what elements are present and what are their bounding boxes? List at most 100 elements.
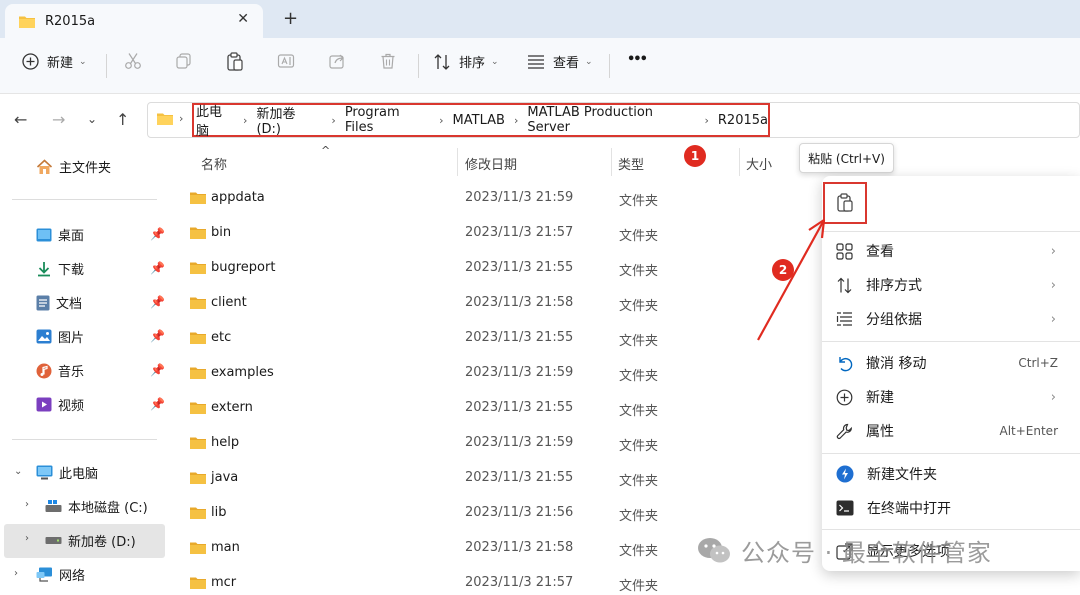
paste-toolbar-button[interactable] bbox=[226, 52, 244, 72]
chevron-right-icon[interactable]: › bbox=[14, 568, 18, 579]
menu-item-view[interactable]: 查看 › bbox=[836, 241, 1066, 261]
menu-item-undo[interactable]: 撤消 移动 Ctrl+Z bbox=[836, 353, 1066, 373]
menu-divider bbox=[822, 529, 1080, 530]
file-date: 2023/11/3 21:55 bbox=[465, 330, 574, 345]
menu-divider bbox=[822, 341, 1080, 342]
sidebar-item-downloads[interactable]: 下载 bbox=[36, 259, 84, 278]
sidebar-item-network[interactable]: 网络 bbox=[36, 565, 85, 584]
share-button[interactable] bbox=[328, 52, 346, 70]
menu-item-properties[interactable]: 属性 Alt+Enter bbox=[836, 421, 1066, 441]
file-row[interactable]: help 2023/11/3 21:59 文件夹 bbox=[190, 426, 790, 460]
menu-item-new-folder[interactable]: 新建文件夹 bbox=[836, 464, 1066, 484]
column-divider[interactable] bbox=[739, 148, 740, 176]
breadcrumb-item[interactable]: 此电脑 bbox=[196, 101, 234, 139]
file-name: etc bbox=[211, 330, 232, 345]
sidebar-item-drive-c[interactable]: 本地磁盘 (C:) bbox=[45, 497, 148, 516]
pin-icon[interactable]: 📌 bbox=[150, 329, 165, 343]
cut-button[interactable] bbox=[124, 52, 142, 70]
watermark-text: 公众号 · 最全软件管家 bbox=[741, 539, 992, 567]
recent-chevron-icon[interactable]: ⌄ bbox=[87, 112, 97, 126]
file-row[interactable]: bin 2023/11/3 21:57 文件夹 bbox=[190, 216, 790, 250]
windows-drive-icon bbox=[45, 500, 62, 512]
menu-item-label: 撤消 移动 bbox=[866, 356, 927, 372]
breadcrumb-item[interactable]: MATLAB bbox=[453, 113, 505, 128]
file-row[interactable]: bugreport 2023/11/3 21:55 文件夹 bbox=[190, 251, 790, 285]
file-type: 文件夹 bbox=[619, 334, 659, 349]
file-type: 文件夹 bbox=[619, 544, 659, 559]
file-name: bugreport bbox=[211, 260, 276, 275]
sort-icon bbox=[434, 53, 450, 70]
menu-divider bbox=[822, 231, 1080, 232]
sidebar-item-desktop[interactable]: 桌面 bbox=[36, 225, 84, 244]
chevron-right-icon[interactable]: › bbox=[25, 499, 29, 510]
column-header-date[interactable]: 修改日期 bbox=[465, 154, 517, 173]
file-row[interactable]: mcr 2023/11/3 21:57 文件夹 bbox=[190, 566, 790, 595]
sidebar-item-home[interactable]: 主文件夹 bbox=[36, 157, 111, 176]
breadcrumb-item[interactable]: MATLAB Production Server bbox=[527, 105, 695, 135]
column-header-type[interactable]: 类型 bbox=[618, 154, 644, 173]
folder-icon bbox=[190, 542, 206, 554]
file-row[interactable]: extern 2023/11/3 21:55 文件夹 bbox=[190, 391, 790, 425]
folder-icon bbox=[190, 437, 206, 449]
pin-icon[interactable]: 📌 bbox=[150, 397, 165, 411]
file-row[interactable]: client 2023/11/3 21:58 文件夹 bbox=[190, 286, 790, 320]
menu-item-label: 新建文件夹 bbox=[867, 467, 937, 483]
file-row[interactable]: appdata 2023/11/3 21:59 文件夹 bbox=[190, 181, 790, 215]
watermark: 公众号 · 最全软件管家 bbox=[697, 533, 992, 568]
chevron-right-icon[interactable]: › bbox=[25, 533, 29, 544]
column-header-size[interactable]: 大小 bbox=[746, 154, 772, 173]
file-name: appdata bbox=[211, 190, 265, 205]
file-row[interactable]: etc 2023/11/3 21:55 文件夹 bbox=[190, 321, 790, 355]
file-row[interactable]: java 2023/11/3 21:55 文件夹 bbox=[190, 461, 790, 495]
menu-item-terminal[interactable]: 在终端中打开 bbox=[836, 498, 1066, 518]
sidebar-item-pictures[interactable]: 图片 bbox=[36, 327, 84, 346]
sidebar-item-this-pc[interactable]: 此电脑 bbox=[36, 463, 98, 482]
wrench-icon bbox=[836, 423, 852, 439]
copy-button[interactable] bbox=[175, 52, 193, 70]
annotation-badge-1: 1 bbox=[684, 145, 706, 167]
menu-item-sort[interactable]: 排序方式 › bbox=[836, 275, 1066, 295]
column-header-name[interactable]: 名称 bbox=[201, 154, 227, 173]
pin-icon[interactable]: 📌 bbox=[150, 295, 165, 309]
close-icon[interactable]: ✕ bbox=[237, 11, 249, 27]
column-divider[interactable] bbox=[611, 148, 612, 176]
pin-icon[interactable]: 📌 bbox=[150, 363, 165, 377]
delete-button[interactable] bbox=[379, 52, 397, 70]
sidebar-divider bbox=[12, 439, 157, 440]
music-icon bbox=[36, 363, 52, 378]
computer-icon bbox=[36, 465, 53, 480]
file-type: 文件夹 bbox=[619, 264, 659, 279]
up-arrow-icon[interactable]: ↑ bbox=[116, 110, 129, 129]
new-tab-button[interactable]: + bbox=[283, 8, 298, 29]
breadcrumb-item[interactable]: Program Files bbox=[345, 105, 430, 135]
menu-item-label: 在终端中打开 bbox=[867, 501, 951, 517]
back-arrow-icon[interactable]: ← bbox=[14, 110, 27, 129]
folder-icon bbox=[190, 227, 206, 239]
file-type: 文件夹 bbox=[619, 579, 659, 594]
sidebar-item-documents[interactable]: 文档 bbox=[36, 293, 82, 312]
more-button[interactable]: ••• bbox=[627, 52, 648, 67]
breadcrumb-item[interactable]: R2015a bbox=[718, 113, 768, 128]
file-row[interactable]: examples 2023/11/3 21:59 文件夹 bbox=[190, 356, 790, 390]
column-divider[interactable] bbox=[457, 148, 458, 176]
tab-r2015a[interactable]: R2015a ✕ bbox=[5, 4, 263, 38]
file-name: extern bbox=[211, 400, 253, 415]
sidebar-item-music[interactable]: 音乐 bbox=[36, 361, 84, 380]
forward-arrow-icon[interactable]: → bbox=[52, 110, 65, 129]
pin-icon[interactable]: 📌 bbox=[150, 261, 165, 275]
file-date: 2023/11/3 21:55 bbox=[465, 470, 574, 485]
sidebar-item-drive-d[interactable]: 新加卷 (D:) bbox=[45, 531, 136, 550]
pin-icon[interactable]: 📌 bbox=[150, 227, 165, 241]
sort-button[interactable]: 排序 ⌄ bbox=[433, 52, 499, 71]
file-row[interactable]: lib 2023/11/3 21:56 文件夹 bbox=[190, 496, 790, 530]
sidebar-item-videos[interactable]: 视频 bbox=[36, 395, 84, 414]
rename-button[interactable] bbox=[277, 52, 295, 70]
menu-item-new[interactable]: 新建 › bbox=[836, 387, 1066, 407]
menu-item-group[interactable]: 分组依据 › bbox=[836, 309, 1066, 329]
file-name: examples bbox=[211, 365, 274, 380]
terminal-icon bbox=[836, 500, 854, 516]
chevron-down-icon[interactable]: ⌄ bbox=[14, 466, 22, 477]
breadcrumb-item[interactable]: 新加卷 (D:) bbox=[256, 103, 322, 137]
new-button[interactable]: 新建 ⌄ bbox=[22, 52, 87, 71]
view-button[interactable]: 查看 ⌄ bbox=[527, 52, 593, 71]
